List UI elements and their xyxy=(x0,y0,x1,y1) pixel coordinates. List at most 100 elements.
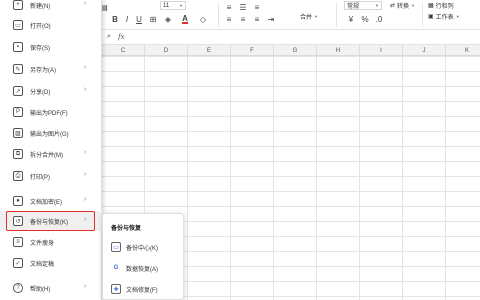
help-icon: ? xyxy=(13,283,23,293)
menu-item-lock[interactable]: ● 文档加密(E) › xyxy=(0,191,102,211)
indent-icon[interactable]: ⇥ xyxy=(266,14,276,24)
divider xyxy=(336,3,337,27)
merge-button[interactable]: 合并 ▼ xyxy=(300,12,318,21)
submenu-item-label: 备份中心(K) xyxy=(126,246,158,252)
formula-input[interactable] xyxy=(132,32,478,43)
menu-item-label: 输出为图片(G) xyxy=(30,132,69,138)
align-left-icon[interactable]: ≡ xyxy=(224,14,234,24)
menu-item-label: 文档定稿 xyxy=(30,262,55,268)
doc-repair-icon: ✚ xyxy=(111,284,121,294)
menu-item-pdf[interactable]: P 输出为PDF(F) xyxy=(0,102,102,122)
percent-icon[interactable]: % xyxy=(360,14,370,24)
menu-item-label: 打开(O) xyxy=(30,24,51,30)
submenu-item-backup-center[interactable]: ▭ 备份中心(K) xyxy=(103,238,185,256)
backup-center-icon: ▭ xyxy=(111,242,121,252)
pdf-icon: P xyxy=(13,107,23,117)
bold-icon[interactable]: B xyxy=(110,14,120,24)
decimal-icon[interactable]: .0 xyxy=(374,14,384,24)
merge-label: 合并 xyxy=(300,15,313,21)
menu-item-label: 保存(S) xyxy=(30,46,50,52)
align-middle-icon[interactable]: ☰ xyxy=(238,2,248,12)
save-icon: ▪ xyxy=(13,42,23,52)
worksheet-label: 工作表 xyxy=(435,15,454,21)
menu-item-help[interactable]: ? 帮助(H) › xyxy=(0,278,102,298)
save-as-icon: ✎ xyxy=(13,64,23,74)
worksheet-button[interactable]: ▣ 工作表 ▼ xyxy=(428,12,460,21)
share-icon: ↗ xyxy=(13,86,23,96)
number-format-select[interactable]: 常规 ▼ xyxy=(344,1,382,10)
menu-item-save[interactable]: ▪ 保存(S) xyxy=(0,37,102,57)
underline-icon[interactable]: U xyxy=(134,14,144,24)
clear-format-icon[interactable]: ◇ xyxy=(198,14,208,24)
chevron-down-icon: ▼ xyxy=(375,3,379,8)
menu-item-save-as[interactable]: ✎ 另存为(A) › xyxy=(0,59,102,79)
open-icon: ▭ xyxy=(13,20,23,30)
column-header-k[interactable]: K xyxy=(446,45,480,56)
menu-item-print[interactable]: ⎙ 打印(P) › xyxy=(0,166,102,186)
zoom-icon[interactable]: ⌕ xyxy=(104,32,114,42)
chevron-down-icon: ▼ xyxy=(314,14,318,19)
menu-item-label: 文档加密(E) xyxy=(30,200,62,206)
divider xyxy=(218,3,219,27)
menu-item-share[interactable]: ↗ 分享(D) › xyxy=(0,81,102,101)
rowcol-label: 行和列 xyxy=(435,4,454,10)
menu-item-label: 文件瘦身 xyxy=(30,241,55,247)
fill-color-icon[interactable]: ◈ xyxy=(163,14,173,24)
menu-item-label: 分享(D) xyxy=(30,90,51,96)
menu-item-open[interactable]: ▭ 打开(O) xyxy=(0,15,102,35)
currency-icon[interactable]: ¥ xyxy=(346,14,356,24)
slim-icon: ≡ xyxy=(13,237,23,247)
menu-item-label: 新建(N) xyxy=(30,4,51,10)
column-header-d[interactable]: D xyxy=(145,45,188,56)
highlight-box xyxy=(6,211,95,231)
number-format-value: 常规 xyxy=(347,4,360,10)
divider xyxy=(422,3,423,27)
column-header-g[interactable]: G xyxy=(274,45,317,56)
menu-item-label: 帮助(H) xyxy=(30,287,51,293)
chevron-right-icon: › xyxy=(84,196,87,203)
menu-item-label: 另存为(A) xyxy=(30,68,56,74)
font-size-select[interactable]: 11 ▼ xyxy=(160,1,186,10)
rowcol-button[interactable]: ▦ 行和列 xyxy=(428,1,454,10)
column-header-i[interactable]: I xyxy=(360,45,403,56)
menu-item-new[interactable]: + 新建(N) › xyxy=(0,0,102,15)
fx-button[interactable]: fx xyxy=(118,33,125,41)
column-header-e[interactable]: E xyxy=(188,45,231,56)
file-menu: + 新建(N) › ▭ 打开(O) ▪ 保存(S) ✎ 另存为(A) › ↗ 分享(D) › P 输出为PD… xyxy=(0,0,102,300)
submenu-title: 备份与恢复 xyxy=(111,226,142,232)
menu-item-label: 拆分合并(M) xyxy=(30,153,63,159)
lock-icon: ● xyxy=(13,196,23,206)
italic-icon[interactable]: I xyxy=(122,14,132,24)
menu-item-image[interactable]: ▨ 输出为图片(G) xyxy=(0,123,102,143)
submenu-item-label: 文档修复(F) xyxy=(126,288,158,294)
align-bottom-icon[interactable]: ≡ xyxy=(252,2,262,12)
align-center-icon[interactable]: ≡ xyxy=(238,14,248,24)
font-size-value: 11 xyxy=(163,2,170,9)
submenu-item-data-recovery[interactable]: G 数据恢复(A) xyxy=(103,259,185,277)
chevron-right-icon: › xyxy=(84,171,87,178)
align-top-icon[interactable]: ≡ xyxy=(224,2,234,12)
menu-item-slim[interactable]: ≡ 文件瘦身 xyxy=(0,232,102,252)
column-header-f[interactable]: F xyxy=(231,45,274,56)
column-header-c[interactable]: C xyxy=(102,45,145,56)
convert-button[interactable]: ⇄ 转换 ▼ xyxy=(390,1,415,10)
menu-item-label: 输出为PDF(F) xyxy=(30,111,68,117)
image-icon: ▨ xyxy=(13,128,23,138)
menu-item-split-merge[interactable]: ⧉ 拆分合并(M) › xyxy=(0,144,102,164)
chevron-right-icon: › xyxy=(84,149,87,156)
align-right-icon[interactable]: ≡ xyxy=(252,14,262,24)
worksheet-icon: ▣ xyxy=(428,14,434,20)
chevron-down-icon: ▼ xyxy=(179,3,183,8)
font-color-icon[interactable]: A xyxy=(180,14,190,24)
submenu-item-doc-repair[interactable]: ✚ 文档修复(F) xyxy=(103,280,185,298)
chevron-right-icon: › xyxy=(84,283,87,290)
chevron-right-icon: › xyxy=(84,86,87,93)
chevron-right-icon: › xyxy=(84,0,87,7)
print-icon: ⎙ xyxy=(13,171,23,181)
chevron-right-icon: › xyxy=(84,64,87,71)
new-icon: + xyxy=(13,0,23,10)
menu-item-finalize[interactable]: ✓ 文档定稿 xyxy=(0,253,102,273)
column-header-j[interactable]: J xyxy=(403,45,446,56)
border-icon[interactable]: ⊞ xyxy=(148,14,158,24)
column-header-h[interactable]: H xyxy=(317,45,360,56)
